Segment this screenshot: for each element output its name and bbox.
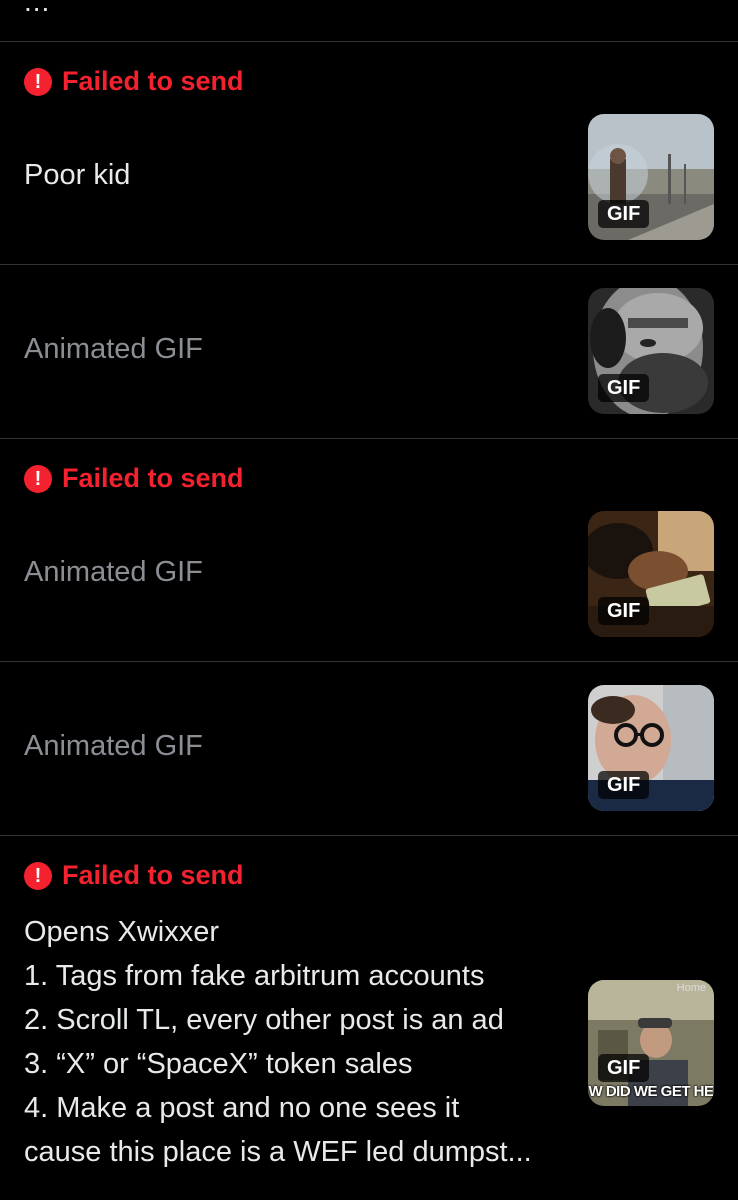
thumb-watermark: Home: [676, 982, 706, 994]
message-text: Animated GIF: [24, 730, 203, 762]
gif-badge: GIF: [598, 597, 650, 625]
gif-badge: GIF: [598, 200, 650, 228]
gif-caption: W DID WE GET HE: [588, 1083, 715, 1100]
message-line: 1. Tags from fake arbitrum accounts: [24, 960, 485, 992]
divider: [0, 264, 738, 265]
message-text: Poor kid: [24, 159, 131, 191]
failed-label: Failed to send: [62, 66, 244, 96]
message-line: cause this place is a WEF led dumpst...: [24, 1136, 532, 1168]
divider: [0, 41, 738, 42]
divider: [0, 835, 738, 836]
gif-badge: GIF: [598, 374, 650, 402]
message-text: Animated GIF: [24, 556, 203, 588]
message-line: 3. “X” or “SpaceX” token sales: [24, 1048, 413, 1080]
gif-thumbnail[interactable]: Home GIF W DID WE GET HE: [588, 980, 714, 1106]
gif-badge: GIF: [598, 1054, 650, 1082]
failed-label: Failed to send: [62, 463, 244, 493]
failed-to-send-status[interactable]: ! Failed to send: [24, 860, 244, 891]
message-text: Opens Xwixxer 1. Tags from fake arbitrum…: [24, 910, 532, 1174]
gif-badge: GIF: [598, 771, 650, 799]
error-icon: !: [24, 67, 52, 96]
gif-thumbnail[interactable]: GIF: [588, 114, 714, 240]
gif-thumbnail[interactable]: GIF: [588, 685, 714, 811]
gif-thumbnail[interactable]: GIF: [588, 511, 714, 637]
gif-thumbnail[interactable]: GIF: [588, 288, 714, 414]
message-line: 4. Make a post and no one sees it: [24, 1092, 460, 1124]
error-icon: !: [24, 861, 52, 890]
divider: [0, 438, 738, 439]
message-line: Opens Xwixxer: [24, 916, 220, 948]
message-text: Animated GIF: [24, 333, 203, 365]
failed-to-send-status[interactable]: ! Failed to send: [24, 66, 244, 97]
message-line: 2. Scroll TL, every other post is an ad: [24, 1004, 504, 1036]
failed-to-send-status[interactable]: ! Failed to send: [24, 463, 244, 494]
ellipsis-indicator: ...: [24, 0, 51, 17]
divider: [0, 661, 738, 662]
error-icon: !: [24, 464, 52, 493]
failed-label: Failed to send: [62, 860, 244, 890]
